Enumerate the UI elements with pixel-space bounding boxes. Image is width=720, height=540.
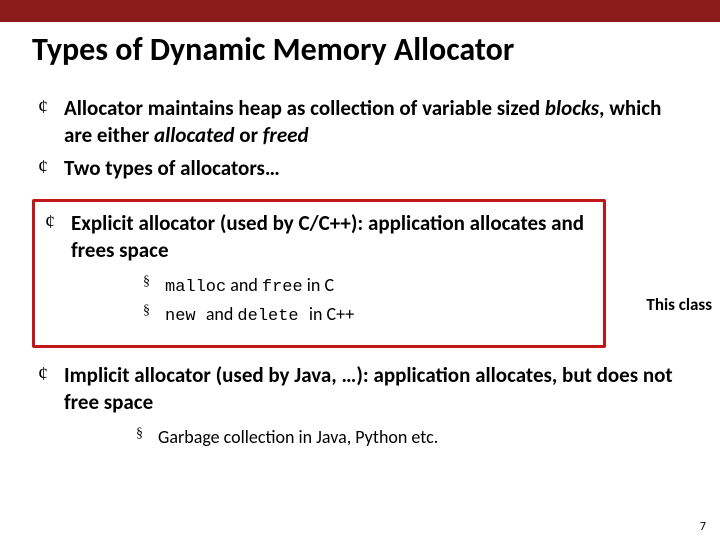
code-new: new <box>165 307 206 326</box>
bullet-explicit: Explicit allocator (used by C/C++): appl… <box>39 210 599 329</box>
explicit-list: Explicit allocator (used by C/C++): appl… <box>39 210 599 329</box>
sub-malloc-free: malloc and free in C <box>143 272 599 301</box>
code-malloc: malloc <box>165 278 226 297</box>
bullet-1: Allocator maintains heap as collection o… <box>32 95 688 149</box>
text: Allocator maintains heap as collection o… <box>64 95 545 121</box>
sub-gc: Garbage collection in Java, Python etc. <box>136 424 688 450</box>
explicit-sublist: malloc and free in C new and delete in C… <box>143 272 599 329</box>
bullet-2: Two types of allocators… <box>32 155 688 182</box>
slide-body: Types of Dynamic Memory Allocator Alloca… <box>0 32 720 450</box>
callout-this-class: This class <box>646 294 712 315</box>
intro-list: Allocator maintains heap as collection o… <box>32 95 688 182</box>
slide-title: Types of Dynamic Memory Allocator <box>32 32 688 69</box>
sub-new-delete: new and delete in C++ <box>143 301 599 330</box>
text: in C <box>303 274 334 296</box>
code-free: free <box>262 278 303 297</box>
text: Implicit allocator (used by Java, …): ap… <box>64 362 673 415</box>
slide: Types of Dynamic Memory Allocator Alloca… <box>0 0 720 540</box>
bullet-implicit: Implicit allocator (used by Java, …): ap… <box>32 362 688 450</box>
implicit-list: Implicit allocator (used by Java, …): ap… <box>32 362 688 450</box>
implicit-sublist: Garbage collection in Java, Python etc. <box>136 424 688 450</box>
text: and <box>226 274 262 296</box>
header-bar <box>0 0 720 22</box>
highlighted-box: Explicit allocator (used by C/C++): appl… <box>32 199 606 348</box>
text: Explicit allocator (used by C/C++): appl… <box>71 210 584 263</box>
em-freed: freed <box>263 122 309 148</box>
page-number: 7 <box>700 520 706 534</box>
text: and <box>206 303 238 325</box>
em-allocated: allocated <box>154 122 235 148</box>
code-delete: delete <box>237 307 308 326</box>
em-blocks: blocks <box>545 95 599 121</box>
text: in C++ <box>309 303 354 325</box>
text: or <box>235 122 263 148</box>
